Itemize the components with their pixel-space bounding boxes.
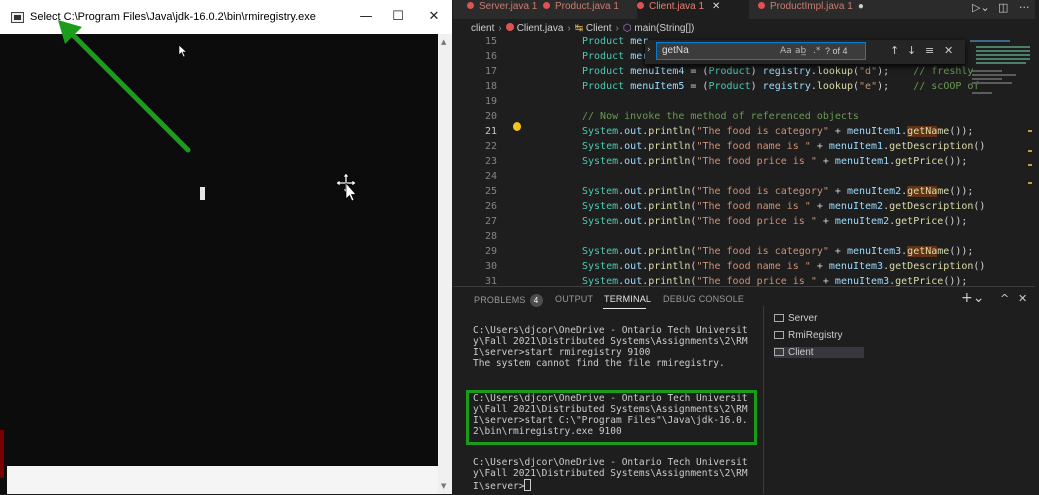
line-number: 24 (484, 171, 497, 182)
terminal-item-server[interactable]: Server (774, 313, 817, 324)
line-number: 26 (484, 201, 497, 212)
code-line: System.out.println("The food name is " +… (582, 141, 986, 152)
method-icon: ⬡ (622, 23, 632, 34)
maximize-panel-icon[interactable]: ^ (1000, 292, 1009, 305)
find-widget: › getNa Aa ab̲ .* ? of 4 ↑ ↓ ≡ ✕ (645, 40, 965, 64)
line-number: 16 (484, 51, 497, 62)
split-editor-icon[interactable]: ◫ (998, 1, 1008, 14)
more-actions-icon[interactable]: ··· (1019, 1, 1030, 14)
maximize-button[interactable]: ☐ (380, 6, 416, 28)
new-terminal-icon[interactable]: +⌄ (961, 290, 984, 306)
terminal-line: y\Fall 2021\Distributed Systems\Assignme… (473, 336, 748, 347)
breadcrumb-method[interactable]: main(String[]) (634, 23, 694, 34)
active-tab-indicator (603, 308, 646, 309)
terminal-line: The system cannot find the file rmiregis… (473, 358, 725, 369)
code-line: System.out.println("The food is category… (582, 246, 974, 257)
line-number: 17 (484, 66, 497, 77)
find-in-selection-icon[interactable]: ≡ (925, 44, 934, 57)
terminal-item-client[interactable]: Client (774, 347, 864, 358)
line-number: 30 (484, 261, 497, 272)
code-line: // Now invoke the method of referenced o… (582, 111, 859, 122)
tab-terminal[interactable]: TERMINAL (604, 294, 651, 304)
match-case-button[interactable]: Aa (780, 46, 792, 56)
line-number: 18 (484, 81, 497, 92)
close-button[interactable]: ✕ (416, 6, 452, 28)
code-line: System.out.println("The food name is " +… (582, 261, 986, 272)
regex-button[interactable]: .* (813, 46, 820, 56)
toggle-replace-icon[interactable]: › (647, 45, 651, 55)
console-app-icon (11, 12, 24, 23)
line-number: 25 (484, 186, 497, 197)
code-line: Product menuItem5 = (Product) registry.l… (582, 81, 980, 92)
breadcrumb-class[interactable]: Client (586, 23, 612, 34)
terminal-line: C:\Users\djcor\OneDrive - Ontario Tech U… (473, 325, 748, 336)
code-line: Product menuItem4 = (Product) registry.l… (582, 66, 974, 77)
annotation-arrow-icon (58, 20, 191, 153)
line-number: 29 (484, 246, 497, 257)
code-line: System.out.println("The food is category… (582, 126, 974, 137)
console-text-cursor (200, 187, 205, 200)
previous-match-icon[interactable]: ↑ (890, 44, 899, 57)
error-dot-icon (758, 2, 765, 9)
close-panel-icon[interactable]: ✕ (1018, 292, 1027, 305)
terminal-icon (774, 314, 784, 322)
next-match-icon[interactable]: ↓ (907, 44, 916, 57)
line-number: 23 (484, 156, 497, 167)
terminal-line: C:\Users\djcor\OneDrive - Ontario Tech U… (473, 457, 748, 468)
terminal-prompt-line: I\server> (473, 479, 532, 492)
line-number: 21 (484, 126, 497, 137)
console-bottom-strip (7, 466, 438, 494)
terminal-icon (774, 331, 784, 339)
tab-productimpl-java[interactable]: ProductImpl.java 1 ● (758, 0, 864, 19)
error-dot-icon (467, 2, 474, 9)
tab-output[interactable]: OUTPUT (555, 294, 593, 304)
line-number: 27 (484, 216, 497, 227)
minimap[interactable] (966, 36, 1034, 286)
close-tab-icon[interactable]: ✕ (712, 1, 720, 12)
tab-debug-console[interactable]: DEBUG CONSOLE (663, 294, 744, 304)
find-match-count: ? of 4 (825, 46, 848, 56)
tab-client-java[interactable]: Client.java 1 ✕ (637, 0, 749, 19)
close-find-icon[interactable]: ✕ (944, 44, 953, 57)
terminal-line: y\Fall 2021\Distributed Systems\Assignme… (473, 468, 748, 479)
terminal-line: I\server>start rmiregistry 9100 (473, 347, 651, 358)
problems-count-badge: 4 (529, 294, 543, 307)
code-line: Product mer (582, 36, 649, 47)
editor-tab-bar: Server.java 1 Product.java 1 Client.java… (453, 0, 1039, 19)
line-number: 20 (484, 111, 497, 122)
tab-server-java[interactable]: Server.java 1 (467, 0, 537, 19)
class-icon: ↹ (574, 23, 584, 34)
code-line: System.out.println("The food price is " … (582, 216, 968, 227)
annotation-highlight-box (466, 390, 757, 445)
line-number: 28 (484, 231, 497, 242)
whole-word-button[interactable]: ab̲ (795, 46, 806, 56)
lightbulb-icon[interactable] (513, 122, 521, 131)
error-dot-icon (543, 2, 550, 9)
error-dot-icon (505, 23, 514, 31)
code-line: System.out.println("The food name is " +… (582, 201, 986, 212)
line-number: 22 (484, 141, 497, 152)
console-left-edge (0, 34, 7, 494)
terminal-item-rmiregistry[interactable]: RmiRegistry (774, 330, 842, 341)
minimize-button[interactable]: — (348, 6, 384, 28)
terminal-caret (524, 479, 532, 491)
console-scrollbar[interactable]: ▲ ▼ (438, 34, 452, 494)
terminal-list: Server RmiRegistry Client (763, 306, 1039, 494)
right-edge (1035, 0, 1039, 494)
move-cursor-icon (335, 172, 357, 202)
error-dot-icon (637, 2, 644, 9)
terminal-icon (774, 348, 784, 356)
tab-problems[interactable]: PROBLEMS 4 (474, 294, 543, 307)
tab-product-java[interactable]: Product.java 1 (543, 0, 619, 19)
breadcrumb-file[interactable]: Client.java (517, 23, 564, 34)
code-line: System.out.println("The food is category… (582, 186, 974, 197)
line-number: 19 (484, 96, 497, 107)
breadcrumb-folder[interactable]: client (471, 23, 494, 34)
code-editor[interactable]: 15 16 17 18 19 20 21 22 23 24 25 26 27 2… (453, 36, 1039, 287)
line-number: 15 (484, 36, 497, 47)
code-line: System.out.println("The food price is " … (582, 156, 968, 167)
run-button[interactable]: ▷⌄ (972, 1, 990, 14)
